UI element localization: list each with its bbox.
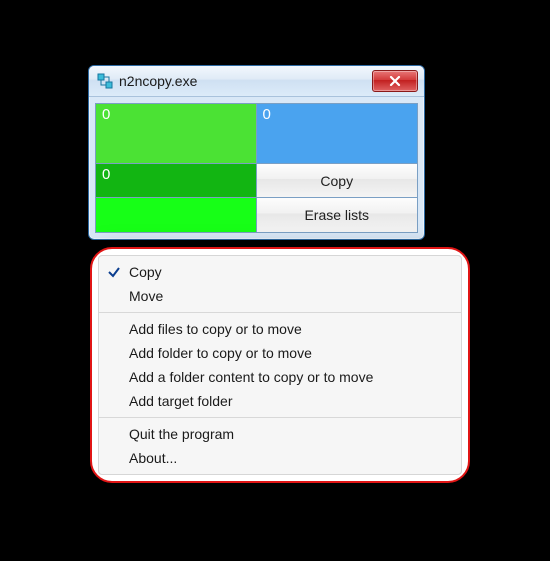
copy-button-label: Copy — [320, 173, 353, 189]
app-icon — [97, 73, 113, 89]
close-icon — [389, 76, 401, 86]
panel-source-files[interactable]: 0 — [96, 104, 257, 164]
menu-label: Move — [129, 288, 449, 304]
menu-item-add-target-folder[interactable]: Add target folder — [99, 389, 461, 413]
menu-item-copy[interactable]: Copy — [99, 260, 461, 284]
menu-item-quit[interactable]: Quit the program — [99, 422, 461, 446]
menu-group-add: Add files to copy or to move Add folder … — [99, 312, 461, 413]
erase-button-label: Erase lists — [304, 207, 369, 223]
menu-label: Add target folder — [129, 393, 449, 409]
check-icon — [99, 265, 129, 279]
menu-item-about[interactable]: About... — [99, 446, 461, 470]
panel-target[interactable]: 0 — [257, 104, 418, 164]
menu-label: Copy — [129, 264, 449, 280]
titlebar[interactable]: n2ncopy.exe — [89, 66, 424, 97]
panel-progress[interactable] — [96, 198, 257, 232]
menu-group-app: Quit the program About... — [99, 417, 461, 470]
menu-item-add-files[interactable]: Add files to copy or to move — [99, 317, 461, 341]
context-menu: Copy Move Add files to copy or to move A… — [98, 255, 462, 475]
app-window: n2ncopy.exe 0 0 0 Copy — [88, 65, 425, 240]
count-source-folders: 0 — [102, 166, 110, 183]
menu-label: Quit the program — [129, 426, 449, 442]
menu-item-add-folder[interactable]: Add folder to copy or to move — [99, 341, 461, 365]
close-button[interactable] — [372, 70, 418, 92]
count-source-files: 0 — [102, 106, 110, 123]
menu-label: Add a folder content to copy or to move — [129, 369, 449, 385]
erase-button[interactable]: Erase lists — [257, 198, 418, 232]
menu-label: Add files to copy or to move — [129, 321, 449, 337]
menu-item-add-folder-content[interactable]: Add a folder content to copy or to move — [99, 365, 461, 389]
menu-group-mode: Copy Move — [99, 260, 461, 308]
menu-label: Add folder to copy or to move — [129, 345, 449, 361]
copy-button[interactable]: Copy — [257, 164, 418, 198]
context-menu-highlight: Copy Move Add files to copy or to move A… — [90, 247, 470, 483]
count-target: 0 — [263, 106, 271, 123]
client-area: 0 0 0 Copy Erase lists — [89, 97, 424, 239]
panel-grid: 0 0 0 Copy Erase lists — [95, 103, 418, 233]
window-title: n2ncopy.exe — [119, 73, 372, 89]
panel-source-folders[interactable]: 0 — [96, 164, 257, 198]
menu-item-move[interactable]: Move — [99, 284, 461, 308]
menu-label: About... — [129, 450, 449, 466]
